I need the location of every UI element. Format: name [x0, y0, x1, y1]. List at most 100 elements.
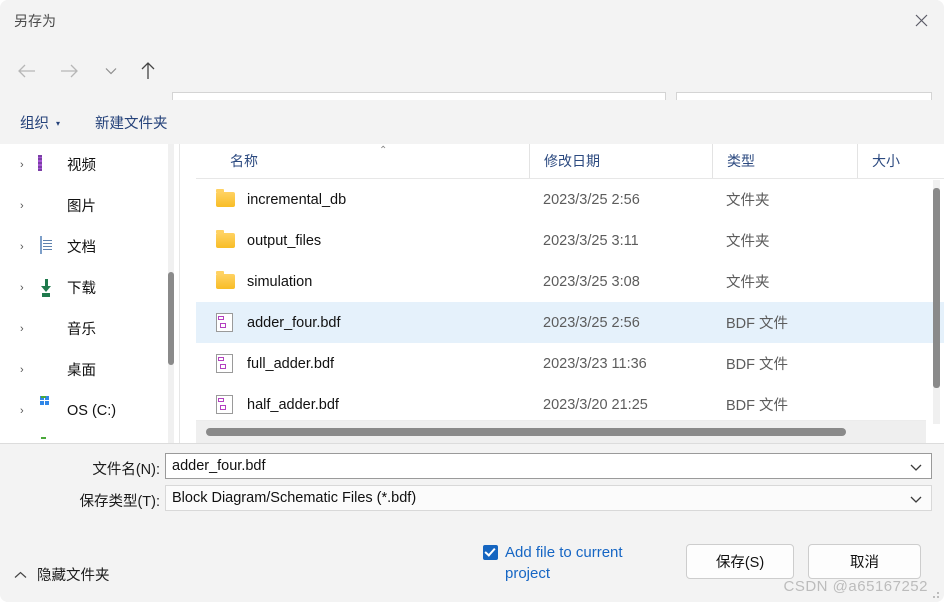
column-header-name[interactable]: ⌃ 名称 — [196, 144, 529, 178]
sidebar-item-label: 下载 — [67, 281, 96, 297]
close-icon[interactable] — [898, 0, 944, 40]
file-name-label: half_adder.bdf — [247, 396, 339, 413]
chevron-right-icon[interactable]: › — [20, 241, 38, 253]
new-folder-label: 新建文件夹 — [95, 115, 168, 132]
file-type-cell: 文件夹 — [726, 275, 770, 291]
form-area: 文件名(N): adder_four.bdf 保存类型(T): Block Di… — [0, 445, 944, 602]
sidebar-item-label: 文档 — [67, 240, 96, 256]
file-list: ⌃ 名称 修改日期 类型 大小 incremental_db 2023/3/25… — [196, 144, 944, 444]
column-header-label: 名称 — [230, 153, 258, 169]
column-header-label: 大小 — [872, 153, 900, 169]
back-button[interactable] — [10, 54, 44, 88]
divider — [0, 443, 944, 444]
file-type-value: Block Diagram/Schematic Files (*.bdf) — [172, 490, 417, 506]
folder-icon — [216, 230, 238, 248]
add-file-to-project-checkbox[interactable]: Add file to current project — [483, 542, 668, 584]
file-date-cell: 2023/3/25 2:56 — [543, 191, 640, 208]
file-list-vertical-scrollbar[interactable] — [933, 180, 940, 424]
sidebar-item-label: 视频 — [67, 158, 96, 174]
navigation-pane: › 视频 › 图片 › 文档 › 下载 › 音乐 › 桌面 › OS (C:) — [0, 144, 180, 444]
hide-folders-label: 隐藏文件夹 — [37, 568, 110, 584]
bdf-file-icon — [216, 395, 238, 414]
title-bar: 另存为 — [0, 0, 944, 42]
sidebar-item-label: 音乐 — [67, 322, 96, 338]
file-name-label: full_adder.bdf — [247, 355, 335, 372]
chevron-right-icon[interactable]: › — [20, 282, 38, 294]
chevron-right-icon[interactable]: › — [20, 364, 38, 376]
sidebar-item-desktop[interactable]: › 桌面 — [0, 349, 180, 390]
table-row[interactable]: simulation 2023/3/25 3:08 文件夹 — [196, 261, 944, 302]
recent-locations-icon[interactable] — [94, 54, 128, 88]
chevron-down-icon[interactable] — [910, 490, 922, 506]
file-type-cell: BDF 文件 — [726, 316, 789, 332]
checkbox-checked-icon[interactable] — [483, 545, 498, 560]
folder-icon — [216, 189, 238, 207]
sidebar-item-label: OS (C:) — [67, 402, 117, 419]
forward-button[interactable] — [52, 54, 86, 88]
watermark: CSDN @a65167252 — [783, 578, 928, 595]
hide-folders-button[interactable]: 隐藏文件夹 — [14, 564, 110, 585]
chevron-right-icon[interactable]: › — [20, 159, 38, 171]
bdf-file-icon — [216, 313, 238, 332]
os-drive-icon — [38, 401, 58, 421]
cancel-button-label: 取消 — [850, 555, 879, 571]
file-name-input[interactable]: adder_four.bdf — [165, 453, 932, 479]
up-button[interactable] — [131, 54, 165, 88]
sidebar-scrollbar-thumb[interactable] — [168, 272, 174, 365]
sidebar-scrollbar[interactable] — [168, 144, 174, 444]
file-type-select[interactable]: Block Diagram/Schematic Files (*.bdf) — [165, 485, 932, 511]
sidebar-item-documents[interactable]: › 文档 — [0, 226, 180, 267]
folder-icon — [216, 271, 238, 289]
sidebar-item-downloads[interactable]: › 下载 — [0, 267, 180, 308]
file-date-cell: 2023/3/20 21:25 — [543, 396, 648, 413]
file-type-cell: 文件夹 — [726, 234, 770, 250]
checkbox-label: Add file to current project — [505, 544, 623, 582]
table-row[interactable]: full_adder.bdf 2023/3/23 11:36 BDF 文件 — [196, 343, 944, 384]
scrollbar-thumb[interactable] — [933, 188, 940, 388]
sidebar-item-music[interactable]: › 音乐 — [0, 308, 180, 349]
file-list-horizontal-scrollbar[interactable] — [196, 420, 926, 444]
table-row[interactable]: output_files 2023/3/25 3:11 文件夹 — [196, 220, 944, 261]
table-row[interactable]: adder_four.bdf 2023/3/25 2:56 BDF 文件 — [196, 302, 944, 343]
pane-divider — [179, 144, 180, 444]
file-date-cell: 2023/3/25 3:11 — [543, 232, 639, 249]
column-header-date[interactable]: 修改日期 — [529, 144, 712, 178]
file-type-cell: BDF 文件 — [726, 398, 789, 414]
file-name-cell: simulation — [216, 261, 536, 302]
column-header-type[interactable]: 类型 — [712, 144, 857, 178]
chevron-up-icon — [14, 571, 27, 579]
column-header-size[interactable]: 大小 — [857, 144, 944, 178]
sidebar-item-videos[interactable]: › 视频 — [0, 144, 180, 185]
new-folder-button[interactable]: 新建文件夹 — [95, 110, 168, 134]
file-name-label: adder_four.bdf — [247, 314, 341, 331]
file-name-cell: adder_four.bdf — [216, 302, 536, 343]
navigation-bar: « 18.1 › code › adderfour › prj — [0, 42, 944, 132]
file-type-cell: 文件夹 — [726, 193, 770, 209]
chevron-right-icon[interactable]: › — [20, 200, 38, 212]
sidebar-item-label: 桌面 — [67, 363, 96, 379]
chevron-down-icon[interactable] — [910, 458, 922, 474]
sidebar-item-os-c[interactable]: › OS (C:) — [0, 390, 180, 431]
organize-button[interactable]: 组织 ▾ — [20, 110, 60, 134]
chevron-right-icon[interactable]: › — [20, 323, 38, 335]
music-icon — [38, 319, 58, 339]
table-row[interactable]: half_adder.bdf 2023/3/20 21:25 BDF 文件 — [196, 384, 944, 425]
content-area: › 视频 › 图片 › 文档 › 下载 › 音乐 › 桌面 › OS (C:) … — [0, 144, 944, 444]
command-toolbar: 组织 ▾ 新建文件夹 ? — [0, 100, 944, 237]
file-name-label: simulation — [247, 273, 313, 290]
file-list-header: ⌃ 名称 修改日期 类型 大小 — [196, 144, 944, 179]
scrollbar-thumb[interactable] — [206, 428, 846, 436]
desktop-icon — [38, 360, 58, 380]
bdf-file-icon — [216, 354, 238, 373]
column-header-label: 修改日期 — [544, 153, 600, 169]
save-button[interactable]: 保存(S) — [686, 544, 794, 579]
chevron-right-icon[interactable]: › — [20, 405, 38, 417]
table-row[interactable]: incremental_db 2023/3/25 2:56 文件夹 — [196, 179, 944, 220]
chevron-down-icon: ▾ — [56, 118, 61, 128]
download-icon — [38, 278, 58, 298]
resize-grip[interactable] — [929, 588, 939, 598]
save-as-dialog: 另存为 « 18.1 › code › a — [0, 0, 944, 602]
cancel-button[interactable]: 取消 — [808, 544, 921, 579]
sidebar-item-pictures[interactable]: › 图片 — [0, 185, 180, 226]
file-date-cell: 2023/3/25 3:08 — [543, 273, 640, 290]
